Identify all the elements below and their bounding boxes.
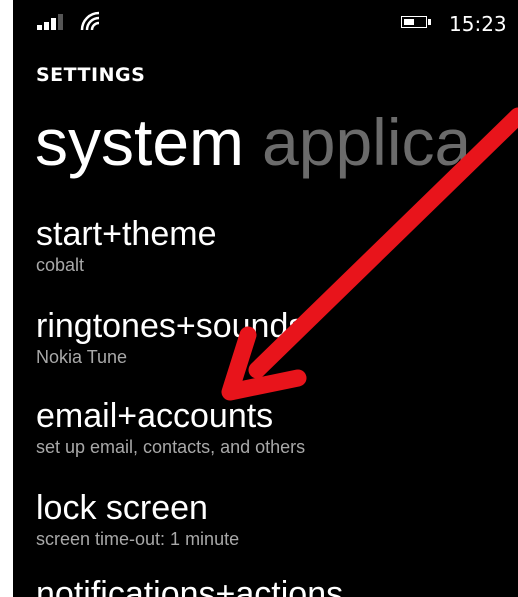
setting-title: start+theme xyxy=(36,215,217,253)
app-title: SETTINGS xyxy=(36,64,146,86)
phone-screen: 15:23 SETTINGS system applica start+theme… xyxy=(13,0,518,597)
pivot-header: system applica xyxy=(35,102,471,182)
signal-bars-icon xyxy=(37,12,69,30)
setting-title: ringtones+sounds xyxy=(36,307,306,345)
setting-title: email+accounts xyxy=(36,397,274,435)
setting-lock-screen[interactable]: lock screen screen time-out: 1 minute xyxy=(36,488,516,550)
pivot-item-system[interactable]: system xyxy=(35,105,244,179)
status-bar: 15:23 xyxy=(13,0,518,40)
battery-icon xyxy=(401,16,433,30)
setting-title: lock screen xyxy=(36,489,208,527)
setting-subtitle: screen time-out: 1 minute xyxy=(36,529,240,549)
setting-subtitle: cobalt xyxy=(36,255,85,275)
setting-ringtones-sounds[interactable]: ringtones+sounds Nokia Tune xyxy=(36,306,516,368)
setting-email-accounts[interactable]: email+accounts set up email, contacts, a… xyxy=(36,396,516,458)
setting-notifications-actions[interactable]: notifications+actions xyxy=(36,574,516,597)
wifi-icon xyxy=(80,11,100,31)
setting-subtitle: set up email, contacts, and others xyxy=(36,437,306,457)
setting-start-theme[interactable]: start+theme cobalt xyxy=(36,214,516,276)
clock: 15:23 xyxy=(449,12,507,36)
setting-title: notifications+actions xyxy=(36,575,344,597)
setting-subtitle: Nokia Tune xyxy=(36,347,128,367)
pivot-item-applications[interactable]: applica xyxy=(262,105,471,179)
